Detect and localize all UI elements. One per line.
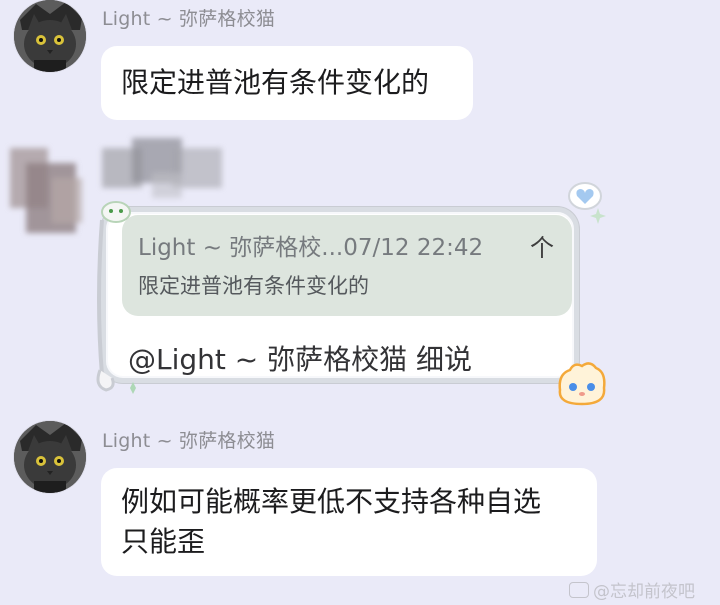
- cat-paw-decoration: [96, 201, 136, 394]
- quote-jump-icon[interactable]: 个: [530, 228, 554, 263]
- message-bubble[interactable]: 限定进普池有条件变化的: [101, 46, 473, 120]
- message-text-line: 只能歪: [121, 525, 206, 558]
- message-text-line: 例如可能概率更低不支持各种自选: [121, 485, 542, 518]
- watermark: @忘却前夜吧: [569, 577, 695, 602]
- sparkle-icon: [590, 208, 606, 224]
- sender-name: Light ~ 弥萨格校猫: [102, 430, 276, 452]
- sender-name: Light ~ 弥萨格校猫: [102, 8, 276, 30]
- reply-text: @Light ~ 弥萨格校猫 细说: [128, 343, 473, 376]
- message-bubble[interactable]: 例如可能概率更低不支持各种自选 只能歪: [101, 468, 597, 576]
- avatar[interactable]: [14, 0, 86, 72]
- cat-avatar-image: [14, 0, 86, 72]
- quote-text: 限定进普池有条件变化的: [138, 274, 369, 298]
- avatar[interactable]: [14, 421, 86, 493]
- tieba-icon: [569, 581, 589, 598]
- flame-mascot-icon: [558, 362, 606, 406]
- message-text: 限定进普池有条件变化的: [121, 66, 430, 99]
- cat-avatar-image: [14, 421, 86, 493]
- watermark-text: @忘却前夜吧: [593, 582, 695, 602]
- quote-meta: Light ~ 弥萨格校...07/12 22:42: [138, 235, 484, 261]
